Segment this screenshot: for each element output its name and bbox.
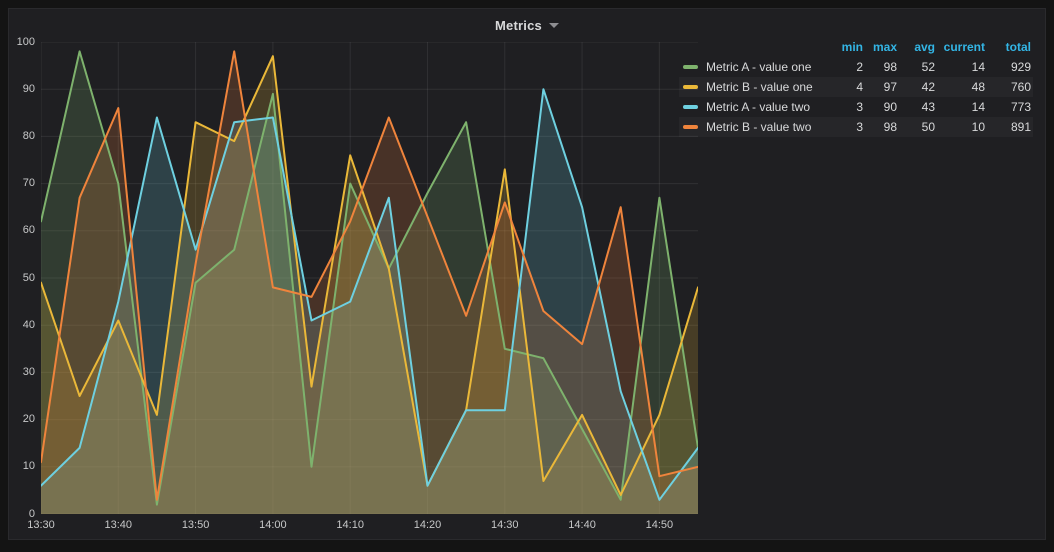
legend-stat-max: 97: [883, 80, 897, 94]
legend-column-header-total[interactable]: total: [985, 40, 1033, 54]
legend-stat-avg: 50: [921, 120, 935, 134]
x-axis-tick-label: 14:20: [413, 519, 442, 531]
panel-title: Metrics: [495, 17, 542, 33]
y-axis-tick-label: 100: [16, 35, 35, 48]
legend-stat-total: 760: [1010, 80, 1031, 94]
legend-stat-max: 90: [883, 100, 897, 114]
y-axis-tick-label: 0: [28, 507, 35, 520]
legend-stat-current: 10: [971, 120, 985, 134]
x-axis-tick-label: 13:30: [27, 519, 55, 531]
legend-stat-total: 929: [1010, 60, 1031, 74]
legend-table: min max avg current total Metric A - value on…: [679, 37, 1033, 137]
panel-header[interactable]: Metrics: [9, 13, 1045, 37]
y-axis-tick-label: 60: [22, 224, 35, 237]
legend-column-header-current[interactable]: current: [935, 40, 985, 54]
legend-stat-current: 48: [971, 80, 985, 94]
legend-stat-avg: 42: [921, 80, 935, 94]
chevron-down-icon[interactable]: [548, 22, 559, 28]
legend-stat-min: 4: [856, 80, 863, 94]
x-axis: 13:30 13:40 13:50 14:00 14:10 14:20 14:30 14:40…: [27, 519, 721, 535]
legend-series-row: Metric A - value one 2 98 52 14 929: [679, 57, 1033, 77]
legend-stat-avg: 43: [921, 100, 935, 114]
metrics-panel: Metrics 0 10 20 30 40 50 60 70 80 90 100 13:30 13:4…: [8, 8, 1046, 540]
x-axis-tick-label: 14:00: [259, 519, 287, 531]
legend-stat-current: 14: [971, 100, 985, 114]
y-axis-tick-label: 90: [22, 82, 35, 95]
legend-header-row: min max avg current total: [679, 37, 1033, 57]
legend-stat-avg: 52: [921, 60, 935, 74]
legend-series-row: Metric B - value one 4 97 42 48 760: [679, 77, 1033, 97]
series-color-swatch-icon: [683, 105, 698, 109]
legend-series-toggle[interactable]: Metric B - value two: [679, 120, 831, 134]
y-axis-tick-label: 20: [22, 413, 35, 426]
legend-series-label: Metric B - value two: [706, 120, 812, 134]
legend-series-row: Metric B - value two 3 98 50 10 891: [679, 117, 1033, 137]
legend-series-label: Metric B - value one: [706, 80, 813, 94]
x-axis-tick-label: 13:40: [104, 519, 133, 531]
y-axis-tick-label: 30: [22, 365, 35, 378]
legend-stat-total: 891: [1010, 120, 1031, 134]
legend-stat-min: 3: [856, 120, 863, 134]
legend-column-header-min[interactable]: min: [831, 40, 863, 54]
legend-series-toggle[interactable]: Metric A - value two: [679, 100, 831, 114]
legend-stat-min: 2: [856, 60, 863, 74]
legend-column-header-max[interactable]: max: [863, 40, 897, 54]
chart-svg: [41, 42, 698, 514]
y-axis-tick-label: 50: [22, 271, 35, 284]
series-color-swatch-icon: [683, 85, 698, 89]
x-axis-tick-label: 14:10: [336, 519, 364, 531]
y-axis-tick-label: 40: [22, 318, 35, 331]
legend-series-label: Metric A - value one: [706, 60, 812, 74]
legend-series-label: Metric A - value two: [706, 100, 811, 114]
legend-stat-min: 3: [856, 100, 863, 114]
legend-series-toggle[interactable]: Metric A - value one: [679, 60, 831, 74]
legend-column-header-avg[interactable]: avg: [897, 40, 935, 54]
y-axis-tick-label: 70: [22, 177, 35, 190]
legend-stat-max: 98: [883, 60, 897, 74]
x-axis-tick-label: 14:30: [490, 519, 519, 531]
legend-stat-max: 98: [883, 120, 897, 134]
x-axis-tick-label: 13:50: [181, 519, 210, 531]
y-axis-tick-label: 80: [22, 129, 35, 142]
series-color-swatch-icon: [683, 65, 698, 69]
legend-stat-total: 773: [1010, 100, 1031, 114]
chart-plot-area[interactable]: [41, 42, 698, 514]
series-color-swatch-icon: [683, 125, 698, 129]
x-axis-tick-label: 14:50: [645, 519, 674, 531]
legend-stat-current: 14: [971, 60, 985, 74]
legend-series-row: Metric A - value two 3 90 43 14 773: [679, 97, 1033, 117]
y-axis-tick-label: 10: [22, 460, 35, 473]
legend-series-toggle[interactable]: Metric B - value one: [679, 80, 831, 94]
x-axis-tick-label: 14:40: [568, 519, 596, 531]
y-axis: 0 10 20 30 40 50 60 70 80 90 100: [9, 9, 37, 541]
